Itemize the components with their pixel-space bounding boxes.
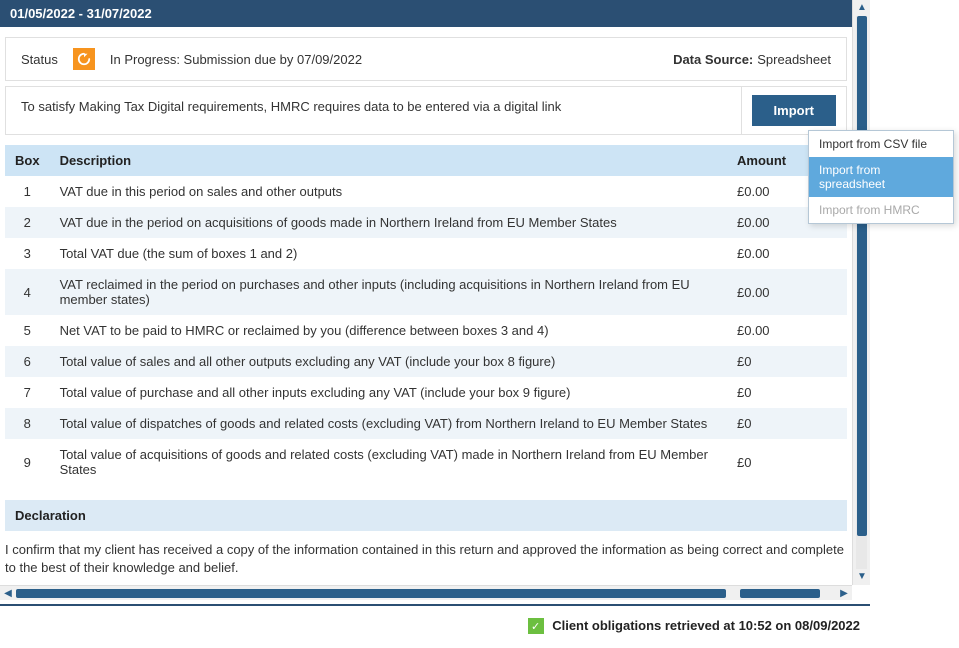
col-header-description: Description [50, 145, 727, 176]
table-row: 1 VAT due in this period on sales and ot… [5, 176, 847, 207]
table-row: 9 Total value of acquisitions of goods a… [5, 439, 847, 485]
scroll-down-arrow-icon[interactable]: ▼ [853, 569, 871, 585]
mtd-info-text: To satisfy Making Tax Digital requiremen… [6, 87, 741, 134]
cell-description: Total value of dispatches of goods and r… [50, 408, 727, 439]
data-source-value: Spreadsheet [757, 52, 831, 67]
horizontal-scrollbar[interactable]: ◀ ▶ [0, 585, 852, 600]
cell-box: 2 [5, 207, 50, 238]
cell-box: 9 [5, 439, 50, 485]
col-header-box: Box [5, 145, 50, 176]
data-source: Data Source: Spreadsheet [658, 38, 846, 80]
vat-boxes-table: Box Description Amount 1 VAT due in this… [5, 145, 847, 485]
table-row: 4 VAT reclaimed in the period on purchas… [5, 269, 847, 315]
scroll-left-arrow-icon[interactable]: ◀ [0, 586, 16, 601]
cell-amount: £0 [727, 346, 847, 377]
table-row: 2 VAT due in the period on acquisitions … [5, 207, 847, 238]
import-button[interactable]: Import [752, 95, 836, 126]
declaration-header: Declaration [5, 500, 847, 531]
menu-item-import-hmrc: Import from HMRC [809, 197, 953, 223]
cell-box: 8 [5, 408, 50, 439]
cell-box: 6 [5, 346, 50, 377]
table-row: 3 Total VAT due (the sum of boxes 1 and … [5, 238, 847, 269]
cell-description: Total VAT due (the sum of boxes 1 and 2) [50, 238, 727, 269]
status-row: Status In Progress: Submission due by 07… [5, 37, 847, 81]
scroll-thumb[interactable] [857, 16, 867, 536]
menu-item-import-spreadsheet[interactable]: Import from spreadsheet [809, 157, 953, 197]
check-icon: ✓ [528, 618, 544, 634]
info-row: To satisfy Making Tax Digital requiremen… [5, 86, 847, 135]
cell-amount: £0 [727, 439, 847, 485]
vertical-scrollbar[interactable]: ▲ ▼ [852, 0, 870, 585]
cell-box: 3 [5, 238, 50, 269]
cell-description: Total value of purchase and all other in… [50, 377, 727, 408]
status-text: In Progress: Submission due by 07/09/202… [110, 52, 362, 67]
cell-box: 4 [5, 269, 50, 315]
cell-description: VAT reclaimed in the period on purchases… [50, 269, 727, 315]
status-label: Status [21, 52, 58, 67]
cell-amount: £0 [727, 408, 847, 439]
cell-description: VAT due in this period on sales and othe… [50, 176, 727, 207]
status-bar: ✓ Client obligations retrieved at 10:52 … [0, 613, 870, 638]
scroll-thumb[interactable] [740, 589, 820, 598]
scroll-up-arrow-icon[interactable]: ▲ [853, 0, 871, 16]
table-row: 8 Total value of dispatches of goods and… [5, 408, 847, 439]
declaration-text: I confirm that my client has received a … [0, 531, 852, 585]
table-row: 7 Total value of purchase and all other … [5, 377, 847, 408]
table-row: 6 Total value of sales and all other out… [5, 346, 847, 377]
scroll-right-arrow-icon[interactable]: ▶ [836, 586, 852, 601]
separator [0, 604, 870, 606]
cell-amount: £0.00 [727, 269, 847, 315]
scroll-thumb[interactable] [16, 589, 726, 598]
cell-description: VAT due in the period on acquisitions of… [50, 207, 727, 238]
cell-amount: £0.00 [727, 315, 847, 346]
status-bar-text: Client obligations retrieved at 10:52 on… [552, 619, 860, 634]
cell-amount: £0 [727, 377, 847, 408]
in-progress-icon [73, 48, 95, 70]
cell-box: 1 [5, 176, 50, 207]
period-header: 01/05/2022 - 31/07/2022 [0, 0, 852, 27]
cell-amount: £0.00 [727, 238, 847, 269]
data-source-label: Data Source: [673, 52, 753, 67]
menu-item-import-csv[interactable]: Import from CSV file [809, 131, 953, 157]
cell-box: 5 [5, 315, 50, 346]
import-dropdown-menu: Import from CSV file Import from spreads… [808, 130, 954, 224]
cell-box: 7 [5, 377, 50, 408]
cell-description: Net VAT to be paid to HMRC or reclaimed … [50, 315, 727, 346]
cell-description: Total value of acquisitions of goods and… [50, 439, 727, 485]
table-row: 5 Net VAT to be paid to HMRC or reclaime… [5, 315, 847, 346]
cell-description: Total value of sales and all other outpu… [50, 346, 727, 377]
